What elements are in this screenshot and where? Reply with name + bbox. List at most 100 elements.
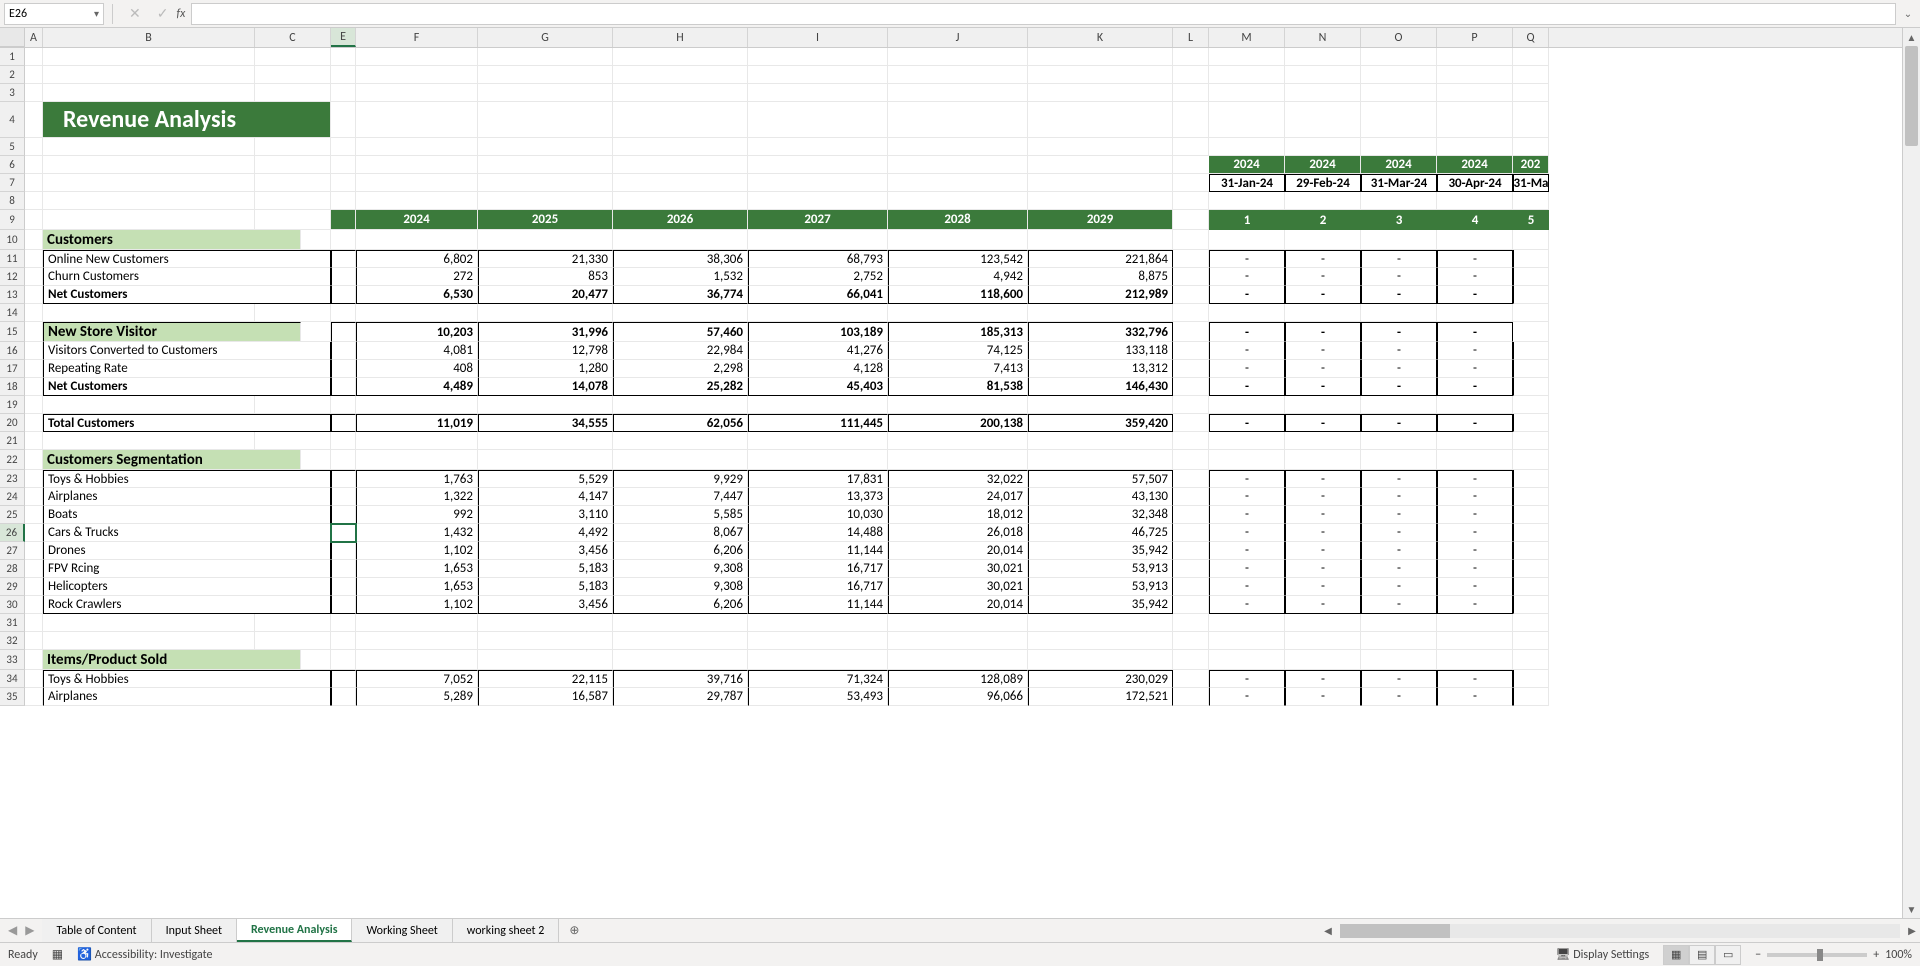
cell-M1[interactable] (1209, 48, 1285, 66)
cell-H10[interactable] (613, 230, 748, 250)
scroll-thumb[interactable] (1905, 46, 1918, 146)
cell-L3[interactable] (1173, 84, 1209, 102)
cell-L6[interactable] (1173, 156, 1209, 174)
cell-A20[interactable] (25, 414, 43, 432)
cell-F8[interactable] (356, 192, 478, 210)
row-header-5[interactable]: 5 (0, 138, 25, 156)
cell-I20[interactable]: 111,445 (748, 414, 888, 432)
cell-G27[interactable]: 3,456 (478, 542, 613, 560)
zoom-out-button[interactable]: − (1755, 948, 1761, 962)
cell-L21[interactable] (1173, 432, 1209, 450)
cell-F3[interactable] (356, 84, 478, 102)
cell-F11[interactable]: 6,802 (356, 250, 478, 268)
cell-B33[interactable]: Items/Product Sold (43, 650, 301, 670)
cell-F33[interactable] (356, 650, 478, 670)
cell-Q33[interactable] (1513, 650, 1549, 670)
cell-H32[interactable] (613, 632, 748, 650)
cell-E4[interactable] (331, 102, 356, 138)
cell-A22[interactable] (25, 450, 43, 470)
cell-Q11[interactable] (1513, 250, 1549, 268)
column-header-P[interactable]: P (1437, 28, 1513, 47)
cell-K9[interactable]: 2029 (1028, 210, 1173, 230)
cell-F20[interactable]: 11,019 (356, 414, 478, 432)
cell-A8[interactable] (25, 192, 43, 210)
cell-M22[interactable] (1209, 450, 1285, 470)
cell-H18[interactable]: 25,282 (613, 378, 748, 396)
cell-J20[interactable]: 200,138 (888, 414, 1028, 432)
normal-view-button[interactable]: ▦ (1663, 945, 1689, 965)
column-header-N[interactable]: N (1285, 28, 1361, 47)
cell-G34[interactable]: 22,115 (478, 670, 613, 688)
cell-L2[interactable] (1173, 66, 1209, 84)
cell-P4[interactable] (1437, 102, 1513, 138)
column-header-J[interactable]: J (888, 28, 1028, 47)
cell-H11[interactable]: 38,306 (613, 250, 748, 268)
cell-N3[interactable] (1285, 84, 1361, 102)
cell-E19[interactable] (331, 396, 356, 414)
column-header-C[interactable]: C (255, 28, 331, 47)
cell-O4[interactable] (1361, 102, 1437, 138)
cell-J30[interactable]: 20,014 (888, 596, 1028, 614)
row-header-12[interactable]: 12 (0, 268, 25, 286)
cell-K16[interactable]: 133,118 (1028, 342, 1173, 360)
cell-C6[interactable] (255, 156, 331, 174)
cell-N12[interactable]: - (1285, 268, 1361, 286)
column-header-F[interactable]: F (356, 28, 478, 47)
cell-B3[interactable] (43, 84, 255, 102)
cell-B12[interactable]: Churn Customers (43, 268, 331, 286)
cell-H29[interactable]: 9,308 (613, 578, 748, 596)
cell-G28[interactable]: 5,183 (478, 560, 613, 578)
cell-E33[interactable] (331, 650, 356, 670)
cell-M31[interactable] (1209, 614, 1285, 632)
cell-P5[interactable] (1437, 138, 1513, 156)
cell-O27[interactable]: - (1361, 542, 1437, 560)
cell-J13[interactable]: 118,600 (888, 286, 1028, 304)
cell-Q34[interactable] (1513, 670, 1549, 688)
cell-P28[interactable]: - (1437, 560, 1513, 578)
cell-E13[interactable] (331, 286, 356, 304)
cell-P25[interactable]: - (1437, 506, 1513, 524)
cell-A2[interactable] (25, 66, 43, 84)
cell-F25[interactable]: 992 (356, 506, 478, 524)
column-header-I[interactable]: I (748, 28, 888, 47)
cell-M6[interactable]: 2024 (1209, 156, 1285, 174)
cell-B1[interactable] (43, 48, 255, 66)
add-sheet-button[interactable]: ⊕ (559, 919, 589, 942)
cell-H26[interactable]: 8,067 (613, 524, 748, 542)
cell-K15[interactable]: 332,796 (1028, 322, 1173, 342)
cell-J1[interactable] (888, 48, 1028, 66)
cell-N33[interactable] (1285, 650, 1361, 670)
cell-P35[interactable]: - (1437, 688, 1513, 706)
row-header-21[interactable]: 21 (0, 432, 25, 450)
cell-E15[interactable] (331, 322, 356, 342)
cell-Q18[interactable] (1513, 378, 1549, 396)
cell-C19[interactable] (255, 396, 331, 414)
cell-H30[interactable]: 6,206 (613, 596, 748, 614)
row-header-10[interactable]: 10 (0, 230, 25, 250)
cell-C31[interactable] (255, 614, 331, 632)
cell-Q15[interactable] (1513, 322, 1549, 342)
cell-K5[interactable] (1028, 138, 1173, 156)
cell-F17[interactable]: 408 (356, 360, 478, 378)
hscroll-track[interactable] (1340, 924, 1900, 938)
cell-F15[interactable]: 10,203 (356, 322, 478, 342)
cell-O32[interactable] (1361, 632, 1437, 650)
cell-O13[interactable]: - (1361, 286, 1437, 304)
cell-N7[interactable]: 29-Feb-24 (1285, 174, 1361, 192)
cell-E31[interactable] (331, 614, 356, 632)
cell-O5[interactable] (1361, 138, 1437, 156)
cell-O33[interactable] (1361, 650, 1437, 670)
cell-E9[interactable] (331, 210, 356, 230)
cell-B30[interactable]: Rock Crawlers (43, 596, 331, 614)
cell-I11[interactable]: 68,793 (748, 250, 888, 268)
cell-A6[interactable] (25, 156, 43, 174)
cell-L7[interactable] (1173, 174, 1209, 192)
cell-G23[interactable]: 5,529 (478, 470, 613, 488)
cell-I2[interactable] (748, 66, 888, 84)
cell-H8[interactable] (613, 192, 748, 210)
cell-I18[interactable]: 45,403 (748, 378, 888, 396)
cell-F7[interactable] (356, 174, 478, 192)
cell-E6[interactable] (331, 156, 356, 174)
row-header-13[interactable]: 13 (0, 286, 25, 304)
cell-P17[interactable]: - (1437, 360, 1513, 378)
